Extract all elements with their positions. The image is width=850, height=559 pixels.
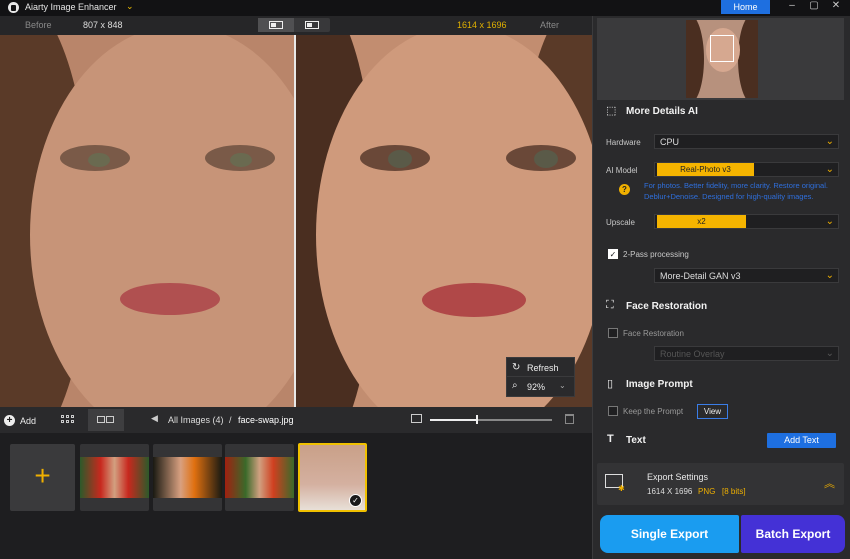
- ai-model-value: Real-Photo v3: [657, 163, 754, 176]
- upscale-label: Upscale: [606, 218, 635, 227]
- grid-icon: [71, 415, 74, 418]
- face-restoration-checkbox[interactable]: [608, 328, 618, 338]
- breadcrumb-separator: /: [229, 415, 232, 425]
- side-by-side-icon: [305, 21, 319, 29]
- refresh-label: Refresh: [527, 363, 559, 373]
- keep-prompt-label: Keep the Prompt: [623, 407, 684, 416]
- side-by-side-button[interactable]: [294, 18, 330, 32]
- zoom-icon: ⌕: [512, 380, 518, 391]
- image-size-icon: [411, 414, 422, 423]
- more-details-title: More Details AI: [626, 106, 698, 117]
- text-title: Text: [626, 435, 646, 446]
- two-pass-checkbox[interactable]: ✓: [608, 249, 618, 259]
- ai-model-label: AI Model: [606, 166, 638, 175]
- hardware-label: Hardware: [606, 138, 641, 147]
- refresh-button[interactable]: ↻ Refresh: [507, 358, 574, 377]
- export-bit-depth: [8 bits]: [722, 487, 746, 496]
- document-icon: ▯: [607, 378, 614, 390]
- view-mode-toggle: [258, 18, 330, 32]
- filmstrip-view-button[interactable]: [88, 409, 124, 431]
- home-button[interactable]: Home: [721, 0, 770, 14]
- export-format: PNG: [698, 487, 716, 496]
- back-arrow-icon[interactable]: ◀: [151, 413, 158, 424]
- grid-icon: [66, 415, 69, 418]
- before-label: Before: [25, 20, 52, 30]
- close-icon[interactable]: ✕: [828, 0, 844, 12]
- minimize-icon[interactable]: –: [784, 0, 800, 12]
- check-icon: ✓: [349, 494, 362, 507]
- two-pass-model-select[interactable]: More-Detail GAN v3 ⌄: [654, 268, 839, 283]
- two-pass-model-value: More-Detail GAN v3: [660, 271, 741, 281]
- single-export-button[interactable]: Single Export: [600, 515, 739, 553]
- after-label: After: [540, 20, 560, 30]
- add-icon: +: [4, 415, 15, 426]
- before-size: 807 x 848: [83, 20, 123, 30]
- image-thumbnail[interactable]: [225, 444, 294, 511]
- upscale-value: x2: [657, 215, 746, 228]
- after-size: 1614 x 1696: [457, 20, 507, 30]
- batch-export-button[interactable]: Batch Export: [741, 515, 845, 553]
- image-prompt-title: Image Prompt: [626, 379, 693, 390]
- chevron-down-icon: ⌄: [825, 270, 834, 281]
- filmstrip-icon: [97, 416, 105, 423]
- gear-icon: ✱: [618, 484, 625, 493]
- face-restoration-label: Face Restoration: [623, 329, 684, 338]
- add-label: Add: [20, 416, 37, 426]
- chevron-down-icon: ⌄: [825, 164, 834, 175]
- grid-icon: [71, 420, 74, 423]
- before-image[interactable]: [0, 35, 294, 407]
- help-icon[interactable]: ?: [619, 184, 630, 195]
- slider-handle[interactable]: [476, 415, 478, 424]
- keep-prompt-checkbox[interactable]: [608, 406, 618, 416]
- navigator-viewport[interactable]: [710, 35, 734, 62]
- grid-icon: [61, 415, 64, 418]
- after-image[interactable]: [296, 35, 592, 407]
- ai-model-description: For photos. Better fidelity, more clarit…: [644, 181, 828, 201]
- app-title: Aiarty Image Enhancer: [25, 2, 117, 12]
- add-text-button[interactable]: Add Text: [767, 433, 836, 448]
- face-mode-select[interactable]: Routine Overlay ⌄: [654, 346, 839, 361]
- slider-fill: [430, 419, 478, 421]
- image-thumbnail[interactable]: [153, 444, 222, 511]
- split-view-icon: [269, 21, 283, 29]
- grid-icon: [61, 420, 64, 423]
- chevron-down-icon: ⌄: [825, 136, 834, 147]
- view-prompt-button[interactable]: View: [697, 404, 728, 419]
- app-logo-icon: [8, 2, 19, 13]
- two-pass-label: 2-Pass processing: [623, 250, 689, 259]
- zoom-value[interactable]: 92%: [527, 382, 545, 392]
- plus-icon: +: [34, 460, 51, 491]
- chevron-down-icon: ⌄: [825, 348, 834, 359]
- image-thumbnail[interactable]: [80, 444, 149, 511]
- export-size: 1614 X 1696: [647, 487, 693, 496]
- export-settings-title: Export Settings: [647, 472, 709, 482]
- viewer-tools-panel: ↻ Refresh ⌕ 92% ⌄: [506, 357, 575, 397]
- chevron-up-icon[interactable]: ︽: [824, 475, 835, 491]
- chevron-down-icon[interactable]: ⌄: [126, 1, 134, 12]
- trash-icon[interactable]: [565, 414, 574, 424]
- maximize-icon[interactable]: ▢: [806, 0, 822, 12]
- hardware-select[interactable]: CPU ⌄: [654, 134, 839, 149]
- refresh-icon: ↻: [512, 362, 521, 373]
- face-icon: ⛶: [606, 299, 614, 311]
- breadcrumb-all-images[interactable]: All Images (4): [168, 415, 224, 425]
- enhance-icon: ⬚: [606, 105, 617, 117]
- add-images-button[interactable]: + Add: [0, 407, 47, 433]
- breadcrumb-current-file: face-swap.jpg: [238, 415, 294, 425]
- grid-view-button[interactable]: [52, 409, 86, 431]
- zoom-dropdown-icon[interactable]: ⌄: [559, 381, 566, 390]
- ai-model-select[interactable]: Real-Photo v3 ⌄: [654, 162, 839, 177]
- text-icon: T: [607, 433, 614, 445]
- grid-icon: [66, 420, 69, 423]
- chevron-down-icon: ⌄: [825, 216, 834, 227]
- hardware-value: CPU: [660, 137, 680, 147]
- filmstrip-icon: [106, 416, 114, 423]
- face-restoration-title: Face Restoration: [626, 301, 708, 312]
- export-settings[interactable]: [597, 463, 844, 505]
- upscale-select[interactable]: x2 ⌄: [654, 214, 839, 229]
- split-view-button[interactable]: [258, 18, 294, 32]
- face-mode-value: Routine Overlay: [660, 349, 725, 359]
